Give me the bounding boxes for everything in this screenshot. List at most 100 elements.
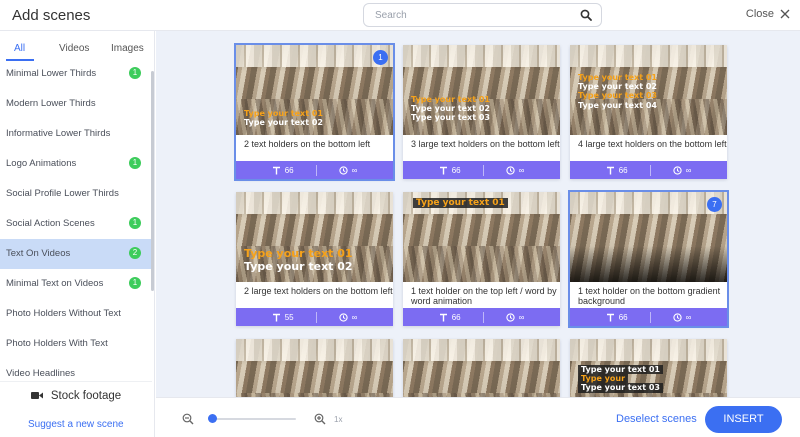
- divider: [315, 311, 317, 323]
- clock-icon: [505, 312, 515, 322]
- character-count: 66: [606, 313, 628, 322]
- category-tabs: All Videos Images: [0, 31, 155, 64]
- sidebar-item-label: Logo Animations: [6, 158, 77, 169]
- sidebar-item-social-profile-lower-thirds[interactable]: Social Profile Lower Thirds: [0, 179, 152, 209]
- overlay-text-line: Type your text 01: [244, 109, 323, 118]
- clock-icon: [672, 312, 682, 322]
- duration-value: ∞: [685, 165, 692, 175]
- zoom-out-icon[interactable]: [182, 413, 194, 425]
- scene-thumbnail: [403, 339, 560, 397]
- selection-order-badge: 7: [707, 197, 722, 212]
- duration-value: ∞: [351, 165, 358, 175]
- character-count: 66: [439, 313, 461, 322]
- text-icon: [272, 166, 280, 174]
- tab-images[interactable]: Images: [111, 43, 144, 54]
- sidebar-item-text-on-videos[interactable]: Text On Videos 2: [0, 239, 152, 269]
- scene-card[interactable]: [403, 339, 560, 397]
- scene-card[interactable]: Type your text 01 Type your text 02 Type y…: [403, 45, 560, 179]
- overlay-text-group: Type your text 01 Type your text 02 Type y…: [411, 95, 490, 123]
- duration-value: ∞: [351, 312, 358, 322]
- sidebar-item-label: Modern Lower Thirds: [6, 98, 96, 109]
- character-count-value: 66: [618, 312, 628, 322]
- text-icon: [439, 313, 447, 321]
- zoom-slider[interactable]: [208, 418, 296, 420]
- sidebar-item-label: Video Headlines: [6, 368, 76, 379]
- sidebar-item-minimal-lower-thirds[interactable]: Minimal Lower Thirds 1: [0, 63, 152, 89]
- sidebar-item-logo-animations[interactable]: Logo Animations 1: [0, 149, 152, 179]
- scene-card[interactable]: [236, 339, 393, 397]
- selection-order-badge: 1: [373, 50, 388, 65]
- clock-icon: [505, 165, 515, 175]
- zoom-in-icon[interactable]: [314, 413, 326, 425]
- scene-card[interactable]: 1 Type your text 01 Type your text 02 2 tex…: [234, 43, 395, 181]
- scene-thumbnail: 7: [570, 192, 727, 282]
- overlay-text-line: Type your text 01: [578, 73, 657, 82]
- scene-thumbnail: 1 Type your text 01 Type your text 02: [236, 45, 393, 135]
- tab-all[interactable]: All: [14, 43, 25, 54]
- sidebar-item-photo-holders-with-text[interactable]: Photo Holders With Text: [0, 329, 152, 359]
- text-icon: [272, 313, 280, 321]
- search-input[interactable]: Search: [363, 3, 602, 27]
- divider: [649, 164, 651, 176]
- search-icon[interactable]: [580, 9, 592, 21]
- scene-card[interactable]: Type your text 01 1 text holder on the to…: [403, 192, 560, 326]
- stock-footage-label: Stock footage: [50, 389, 122, 402]
- scene-thumbnail: Type your text 01 Type your text 02 Type y…: [403, 45, 560, 135]
- scene-duration: ∞: [338, 312, 358, 322]
- character-count: 55: [272, 313, 294, 322]
- count-badge: 2: [129, 247, 141, 259]
- active-tab-indicator: [6, 59, 34, 61]
- sidebar-item-informative-lower-thirds[interactable]: Informative Lower Thirds: [0, 119, 152, 149]
- overlay-text-line: Type your text 01: [578, 365, 663, 375]
- count-badge: 1: [129, 277, 141, 289]
- scene-card[interactable]: 7 1 text holder on the bottom gradient ba…: [568, 190, 729, 328]
- sidebar-item-social-action-scenes[interactable]: Social Action Scenes 1: [0, 209, 152, 239]
- bottom-bar: 1x Deselect scenes INSERT: [156, 397, 800, 437]
- insert-button[interactable]: INSERT: [705, 406, 782, 433]
- duration-value: ∞: [518, 312, 525, 322]
- text-icon: [439, 166, 447, 174]
- count-badge: 1: [129, 157, 141, 169]
- overlay-text-line: Type your text 04: [578, 100, 657, 110]
- video-camera-icon: [30, 392, 43, 399]
- scene-meta-bar: 66 ∞: [403, 161, 560, 179]
- overlay-text-group: Type your text 01 Type your text 02: [244, 109, 323, 127]
- sidebar-item-label: Social Action Scenes: [6, 218, 95, 229]
- zoom-slider-handle[interactable]: [208, 414, 217, 423]
- stock-footage-button[interactable]: Stock footage: [0, 381, 152, 409]
- character-count-value: 55: [284, 312, 294, 322]
- overlay-text-line: Type your text 02: [411, 104, 490, 114]
- scene-meta-bar: 66 ∞: [570, 161, 727, 179]
- scene-duration: ∞: [672, 165, 692, 175]
- scene-card[interactable]: Type your text 01 Type your text 02 2 larg…: [236, 192, 393, 326]
- overlay-text-line: Type your text 01: [411, 95, 490, 104]
- sidebar-item-label: Photo Holders Without Text: [6, 308, 121, 319]
- sidebar-scrollbar[interactable]: [151, 71, 154, 291]
- scene-card[interactable]: Type your text 01 Type your Type your text…: [570, 339, 727, 397]
- deselect-scenes-button[interactable]: Deselect scenes: [616, 413, 697, 425]
- scene-meta-bar: 66 ∞: [570, 308, 727, 326]
- scene-duration: ∞: [505, 312, 525, 322]
- tab-videos[interactable]: Videos: [59, 43, 89, 54]
- dialog-title: Add scenes: [12, 7, 91, 24]
- close-button[interactable]: Close: [746, 8, 790, 20]
- overlay-text-line: Type your text 02: [244, 118, 323, 128]
- scene-meta-bar: 66 ∞: [403, 308, 560, 326]
- sidebar-item-modern-lower-thirds[interactable]: Modern Lower Thirds: [0, 89, 152, 119]
- overlay-text-line: Type your text 03: [411, 113, 490, 123]
- text-icon: [606, 313, 614, 321]
- sidebar-item-photo-holders-without-text[interactable]: Photo Holders Without Text: [0, 299, 152, 329]
- scene-card[interactable]: Type your text 01 Type your text 02 Type y…: [570, 45, 727, 179]
- search-placeholder: Search: [375, 10, 407, 21]
- character-count: 66: [439, 166, 461, 175]
- overlay-text-line: Type your text 03: [578, 91, 657, 101]
- sidebar-item-label: Informative Lower Thirds: [6, 128, 111, 139]
- suggest-scene-link[interactable]: Suggest a new scene: [28, 419, 124, 430]
- sidebar-item-label: Text On Videos: [6, 248, 71, 259]
- overlay-text-line: Type your text 03: [578, 383, 663, 393]
- sidebar-item-minimal-text-on-videos[interactable]: Minimal Text on Videos 1: [0, 269, 152, 299]
- scene-title: 1 text holder on the bottom gradient bac…: [570, 282, 727, 308]
- overlay-text-group: Type your text 01 Type your Type your text…: [578, 365, 663, 393]
- sidebar-item-label: Minimal Lower Thirds: [6, 68, 97, 79]
- divider: [649, 311, 651, 323]
